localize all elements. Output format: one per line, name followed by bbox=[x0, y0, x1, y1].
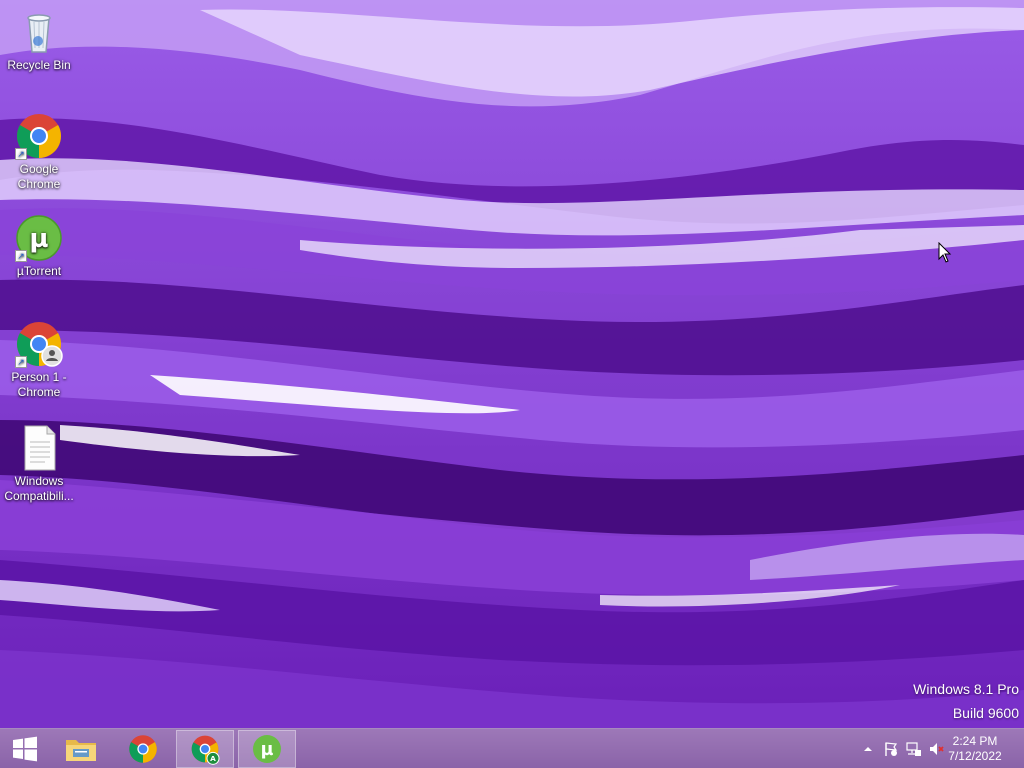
file-explorer-button[interactable] bbox=[52, 730, 110, 768]
svg-text:A: A bbox=[210, 754, 216, 763]
desktop-icon-label: Recycle Bin bbox=[7, 58, 71, 72]
clock[interactable]: 2:24 PM 7/12/2022 bbox=[940, 734, 1010, 764]
windows-edition-text: Windows 8.1 Pro bbox=[913, 681, 1019, 697]
show-hidden-icons-chevron-icon[interactable] bbox=[860, 741, 876, 757]
chrome-taskbar-button[interactable] bbox=[114, 730, 172, 768]
windows-watermark: Windows 8.1 Pro Build 9600 bbox=[913, 677, 1019, 725]
shortcut-arrow-icon: ↗ bbox=[15, 356, 27, 368]
clock-date: 7/12/2022 bbox=[948, 749, 1002, 763]
desktop-icon-label: µTorrent bbox=[16, 264, 62, 278]
desktop-icon-label: Person 1 - Chrome bbox=[11, 370, 67, 399]
desktop-icon-google-chrome[interactable]: ↗ Google Chrome bbox=[2, 112, 76, 192]
wallpaper bbox=[0, 0, 1024, 728]
desktop-icon-utorrent[interactable]: µ ↗ µTorrent bbox=[2, 214, 76, 279]
utorrent-icon: µ bbox=[253, 735, 281, 763]
chrome-profile-taskbar-button[interactable]: A bbox=[176, 730, 234, 768]
utorrent-taskbar-button[interactable]: µ bbox=[238, 730, 296, 768]
desktop-icon-label: Google Chrome bbox=[17, 162, 61, 191]
desktop-icon-recycle-bin[interactable]: Recycle Bin bbox=[2, 8, 76, 73]
chrome-icon: ↗ bbox=[15, 112, 63, 160]
action-center-flag-icon[interactable] bbox=[883, 741, 899, 757]
folder-icon bbox=[66, 740, 96, 761]
chrome-icon bbox=[129, 735, 157, 763]
start-button[interactable] bbox=[0, 730, 50, 768]
svg-text:µ: µ bbox=[29, 224, 48, 254]
clock-time: 2:24 PM bbox=[952, 734, 998, 748]
recycle-bin-icon bbox=[15, 8, 63, 56]
mouse-pointer-icon bbox=[938, 242, 952, 263]
system-tray: 2:24 PM 7/12/2022 bbox=[844, 729, 1024, 768]
chrome-profile-icon: ↗ bbox=[15, 320, 63, 368]
shortcut-arrow-icon: ↗ bbox=[15, 148, 27, 160]
document-icon bbox=[15, 424, 63, 472]
desktop-icon-person-1-chrome[interactable]: ↗ Person 1 - Chrome bbox=[2, 320, 76, 400]
desktop[interactable]: Recycle Bin ↗ Google Chrome µ ↗ µTorrent bbox=[0, 0, 1024, 728]
shortcut-arrow-icon: ↗ bbox=[15, 250, 27, 262]
desktop-icon-windows-compatibility[interactable]: Windows Compatibili... bbox=[2, 424, 76, 504]
windows-logo-icon bbox=[13, 736, 37, 762]
network-icon[interactable] bbox=[906, 741, 922, 757]
taskbar: A µ 2:24 PM 7/12/2022 bbox=[0, 728, 1024, 768]
chrome-profile-icon: A bbox=[191, 735, 220, 765]
windows-build-text: Build 9600 bbox=[952, 705, 1019, 721]
svg-text:µ: µ bbox=[261, 740, 274, 760]
desktop-icon-label: Windows Compatibili... bbox=[4, 474, 74, 503]
utorrent-icon: µ ↗ bbox=[15, 214, 63, 262]
